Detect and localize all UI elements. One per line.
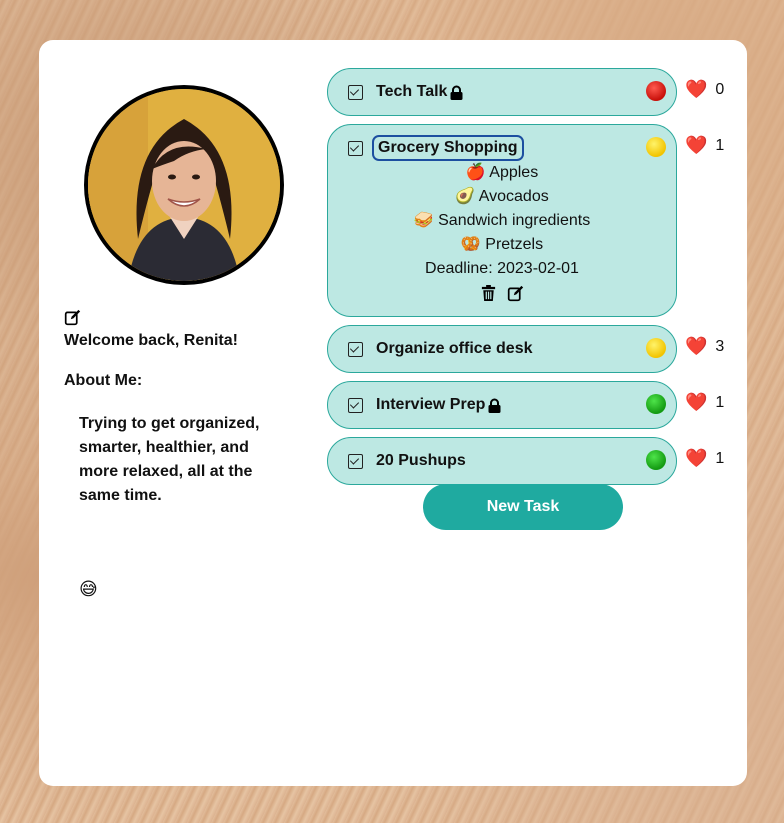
checkbox-icon[interactable] (348, 84, 363, 100)
task-row: Grocery Shopping 🍎 Apples 🥑 Avocados 🥪 S… (327, 124, 737, 317)
status-dot-green (646, 450, 666, 470)
task-card[interactable]: 20 Pushups (327, 437, 677, 485)
task-row: Interview Prep ❤️ 1 (327, 381, 737, 429)
task-card[interactable]: Interview Prep (327, 381, 677, 429)
main-card: Welcome back, Renita! About Me: Trying t… (39, 40, 747, 786)
task-list: Tech Talk ❤️ 0 Grocery Shopping 🍎 Apples (327, 68, 737, 493)
task-card[interactable]: Tech Talk (327, 68, 677, 116)
checkbox-icon[interactable] (348, 140, 363, 156)
like-counter[interactable]: ❤️ 1 (685, 448, 724, 469)
heart-icon: ❤️ (685, 336, 708, 356)
checkbox-icon[interactable] (348, 397, 363, 413)
like-count: 1 (715, 393, 725, 411)
new-task-button[interactable]: New Task (423, 484, 623, 530)
heart-icon: ❤️ (685, 448, 708, 468)
heart-icon: ❤️ (685, 79, 708, 99)
like-count: 3 (715, 337, 725, 355)
task-card[interactable]: Organize office desk (327, 325, 677, 373)
task-item: 🍎 Apples (465, 164, 539, 181)
task-title[interactable]: Interview Prep (376, 396, 485, 414)
edit-icon[interactable] (507, 285, 524, 302)
like-count: 0 (715, 80, 725, 98)
task-row: 20 Pushups ❤️ 1 (327, 437, 737, 485)
task-deadline: Deadline: 2023-02-01 (425, 260, 579, 277)
status-dot-yellow (646, 137, 666, 157)
like-counter[interactable]: ❤️ 1 (685, 392, 724, 413)
task-details: 🍎 Apples 🥑 Avocados 🥪 Sandwich ingredien… (328, 161, 676, 316)
like-count: 1 (715, 449, 725, 467)
lock-icon (488, 398, 501, 413)
status-dot-yellow (646, 338, 666, 358)
edit-profile-icon[interactable] (64, 309, 81, 326)
like-counter[interactable]: ❤️ 0 (685, 79, 724, 100)
task-card-expanded[interactable]: Grocery Shopping 🍎 Apples 🥑 Avocados 🥪 S… (327, 124, 677, 317)
task-row: Organize office desk ❤️ 3 (327, 325, 737, 373)
task-row: Tech Talk ❤️ 0 (327, 68, 737, 116)
like-counter[interactable]: ❤️ 3 (685, 336, 724, 357)
heart-icon: ❤️ (685, 392, 708, 412)
task-item: 🥨 Pretzels (460, 236, 544, 253)
task-title[interactable]: 20 Pushups (376, 452, 466, 470)
task-item: 🥪 Sandwich ingredients (413, 212, 591, 229)
task-item: 🥑 Avocados (455, 188, 549, 205)
status-dot-green (646, 394, 666, 414)
about-me-heading: About Me: (64, 372, 143, 389)
welcome-message: Welcome back, Renita! (64, 332, 238, 349)
status-dot-red (646, 81, 666, 101)
task-title[interactable]: Grocery Shopping (372, 135, 524, 161)
task-title[interactable]: Tech Talk (376, 83, 447, 101)
heart-icon: ❤️ (685, 135, 708, 155)
lock-icon (450, 85, 463, 100)
checkbox-icon[interactable] (348, 453, 363, 469)
checkbox-icon[interactable] (348, 341, 363, 357)
about-me-text: Trying to get organized, smarter, health… (79, 415, 260, 504)
task-title[interactable]: Organize office desk (376, 340, 533, 358)
like-counter[interactable]: ❤️ 1 (685, 135, 724, 156)
mood-emoji: 😅 (79, 579, 98, 599)
like-count: 1 (715, 136, 725, 154)
avatar (84, 85, 284, 285)
trash-icon[interactable] (480, 285, 497, 302)
